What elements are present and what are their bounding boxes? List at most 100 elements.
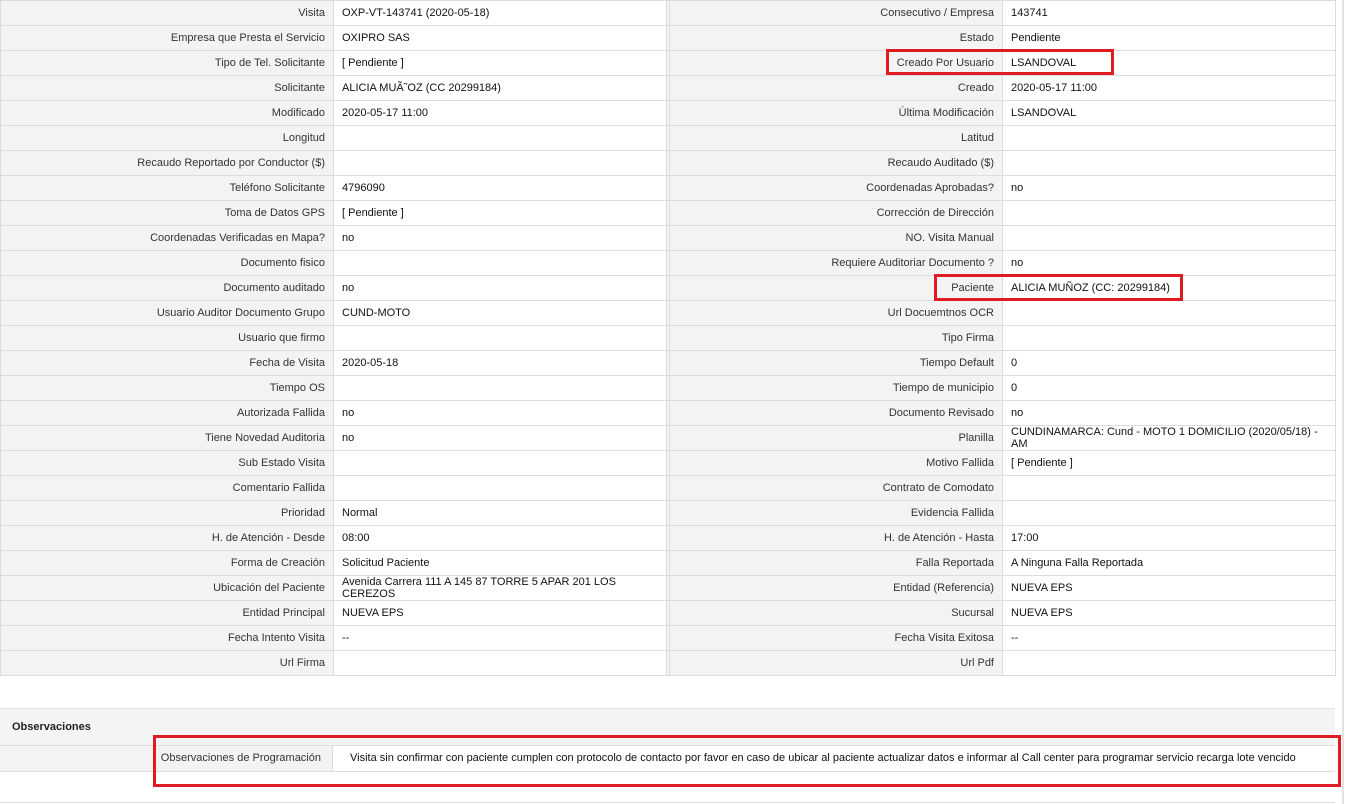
field-value: CUNDINAMARCA: Cund - MOTO 1 DOMICILIO (2… [1002, 425, 1336, 451]
field-label: Recaudo Reportado por Conductor ($) [0, 150, 334, 176]
detail-row: Modificado 2020-05-17 11:00 Última Modific… [0, 100, 1336, 126]
field-label: Recaudo Auditado ($) [669, 150, 1003, 176]
detail-row: Tipo de Tel. Solicitante[ Pendiente ] Cre… [0, 50, 1336, 76]
detail-row: Fecha de Visita 2020-05-18 Tiempo Default… [0, 350, 1336, 376]
field-value: 143741 [1002, 0, 1336, 26]
observaciones-value: Visita sin confirmar con paciente cumple… [350, 752, 1296, 764]
field-label: Url Pdf [669, 650, 1003, 676]
field-value [1002, 300, 1336, 326]
field-value [333, 325, 667, 351]
field-label: Empresa que Presta el Servicio [0, 25, 334, 51]
field-label: Autorizada Fallida [0, 400, 334, 426]
field-value: 17:00 [1002, 525, 1336, 551]
field-value: OXIPRO SAS [333, 25, 667, 51]
field-value: LSANDOVAL [1002, 50, 1336, 76]
field-value: Pendiente [1002, 25, 1336, 51]
detail-row: Comentario Fallida Contrato de Comodato [0, 475, 1336, 501]
detail-row: Coordenadas Verificadas en Mapa? no NO. V… [0, 225, 1336, 251]
field-value [333, 375, 667, 401]
field-value: [ Pendiente ] [333, 200, 667, 226]
field-value [333, 150, 667, 176]
field-label: Tipo Firma [669, 325, 1003, 351]
field-value: NUEVA EPS [1002, 600, 1336, 626]
field-value: no [1002, 400, 1336, 426]
detail-row: Toma de Datos GPS[ Pendiente ] Corrección… [0, 200, 1336, 226]
field-label: Ubicación del Paciente [0, 575, 334, 601]
vertical-scrollbar[interactable] [1342, 0, 1344, 804]
field-label: Url Firma [0, 650, 334, 676]
field-label: Creado Por Usuario [669, 50, 1003, 76]
field-label: Estado [669, 25, 1003, 51]
field-value: -- [333, 625, 667, 651]
observaciones-row: Observaciones de Programación Visita sin… [0, 745, 1335, 772]
field-label: Tiempo OS [0, 375, 334, 401]
field-value: no [333, 400, 667, 426]
field-value: 0 [1002, 350, 1336, 376]
field-value: [ Pendiente ] [1002, 450, 1336, 476]
field-value [1002, 650, 1336, 676]
field-value: no [1002, 250, 1336, 276]
field-label: Motivo Fallida [669, 450, 1003, 476]
detail-row: Tiene Novedad Auditoria no Planilla CUNDIN… [0, 425, 1336, 451]
field-label: Prioridad [0, 500, 334, 526]
field-value [333, 250, 667, 276]
field-label: Documento Revisado [669, 400, 1003, 426]
detail-row: Fecha Intento Visita -- Fecha Visita Exit… [0, 625, 1336, 651]
detail-row: Tiempo OS Tiempo de municipio 0 [0, 375, 1336, 401]
field-label: Usuario Auditor Documento Grupo [0, 300, 334, 326]
field-label: Coordenadas Aprobadas? [669, 175, 1003, 201]
observaciones-label: Observaciones de Programación [0, 746, 333, 771]
field-label: Documento auditado [0, 275, 334, 301]
field-value: -- [1002, 625, 1336, 651]
field-label: Tiempo de municipio [669, 375, 1003, 401]
detail-row: Usuario Auditor Documento Grupo CUND-MOTO… [0, 300, 1336, 326]
field-label: H. de Atención - Hasta [669, 525, 1003, 551]
field-value: 2020-05-18 [333, 350, 667, 376]
field-label: Documento fisico [0, 250, 334, 276]
field-label: Evidencia Fallida [669, 500, 1003, 526]
field-label: Fecha Visita Exitosa [669, 625, 1003, 651]
field-label: H. de Atención - Desde [0, 525, 334, 551]
field-value [1002, 125, 1336, 151]
field-label: Tiene Novedad Auditoria [0, 425, 334, 451]
field-value: 2020-05-17 11:00 [1002, 75, 1336, 101]
field-value: NUEVA EPS [1002, 575, 1336, 601]
field-value [1002, 500, 1336, 526]
field-value: ALICIA MUÃ˜OZ (CC 20299184) [333, 75, 667, 101]
field-value: Normal [333, 500, 667, 526]
field-label: Comentario Fallida [0, 475, 334, 501]
field-label: Tiempo Default [669, 350, 1003, 376]
field-value: A Ninguna Falla Reportada [1002, 550, 1336, 576]
detail-row: Recaudo Reportado por Conductor ($) Recau… [0, 150, 1336, 176]
field-label: Tipo de Tel. Solicitante [0, 50, 334, 76]
observaciones-section-header: Observaciones [0, 708, 1335, 745]
detail-row: Documento fisico Requiere Auditoriar Docu… [0, 250, 1336, 276]
field-label: Coordenadas Verificadas en Mapa? [0, 225, 334, 251]
detail-row: Autorizada Fallida no Documento Revisado … [0, 400, 1336, 426]
detail-row: Teléfono Solicitante 4796090 Coordenadas A… [0, 175, 1336, 201]
field-label: NO. Visita Manual [669, 225, 1003, 251]
field-label: Url Docuemtnos OCR [669, 300, 1003, 326]
field-label: Corrección de Dirección [669, 200, 1003, 226]
detail-row: Empresa que Presta el Servicio OXIPRO SAS… [0, 25, 1336, 51]
field-label: Longitud [0, 125, 334, 151]
field-value: no [333, 225, 667, 251]
field-value: OXP-VT-143741 (2020-05-18) [333, 0, 667, 26]
field-label: Sucursal [669, 600, 1003, 626]
field-label: Latitud [669, 125, 1003, 151]
detail-row: Solicitante ALICIA MUÃ˜OZ (CC 20299184) Cr… [0, 75, 1336, 101]
field-label: Visita [0, 0, 334, 26]
field-value: NUEVA EPS [333, 600, 667, 626]
observaciones-title: Observaciones [12, 721, 91, 733]
field-label: Modificado [0, 100, 334, 126]
field-value: 4796090 [333, 175, 667, 201]
field-label: Toma de Datos GPS [0, 200, 334, 226]
field-value [1002, 150, 1336, 176]
visit-detail-table: Visita OXP-VT-143741 (2020-05-18) Consecut… [0, 0, 1336, 676]
field-label: Sub Estado Visita [0, 450, 334, 476]
field-label: Creado [669, 75, 1003, 101]
field-value [333, 475, 667, 501]
field-value [1002, 225, 1336, 251]
field-label: Teléfono Solicitante [0, 175, 334, 201]
visit-detail-rows: Visita OXP-VT-143741 (2020-05-18) Consecut… [0, 0, 1336, 676]
